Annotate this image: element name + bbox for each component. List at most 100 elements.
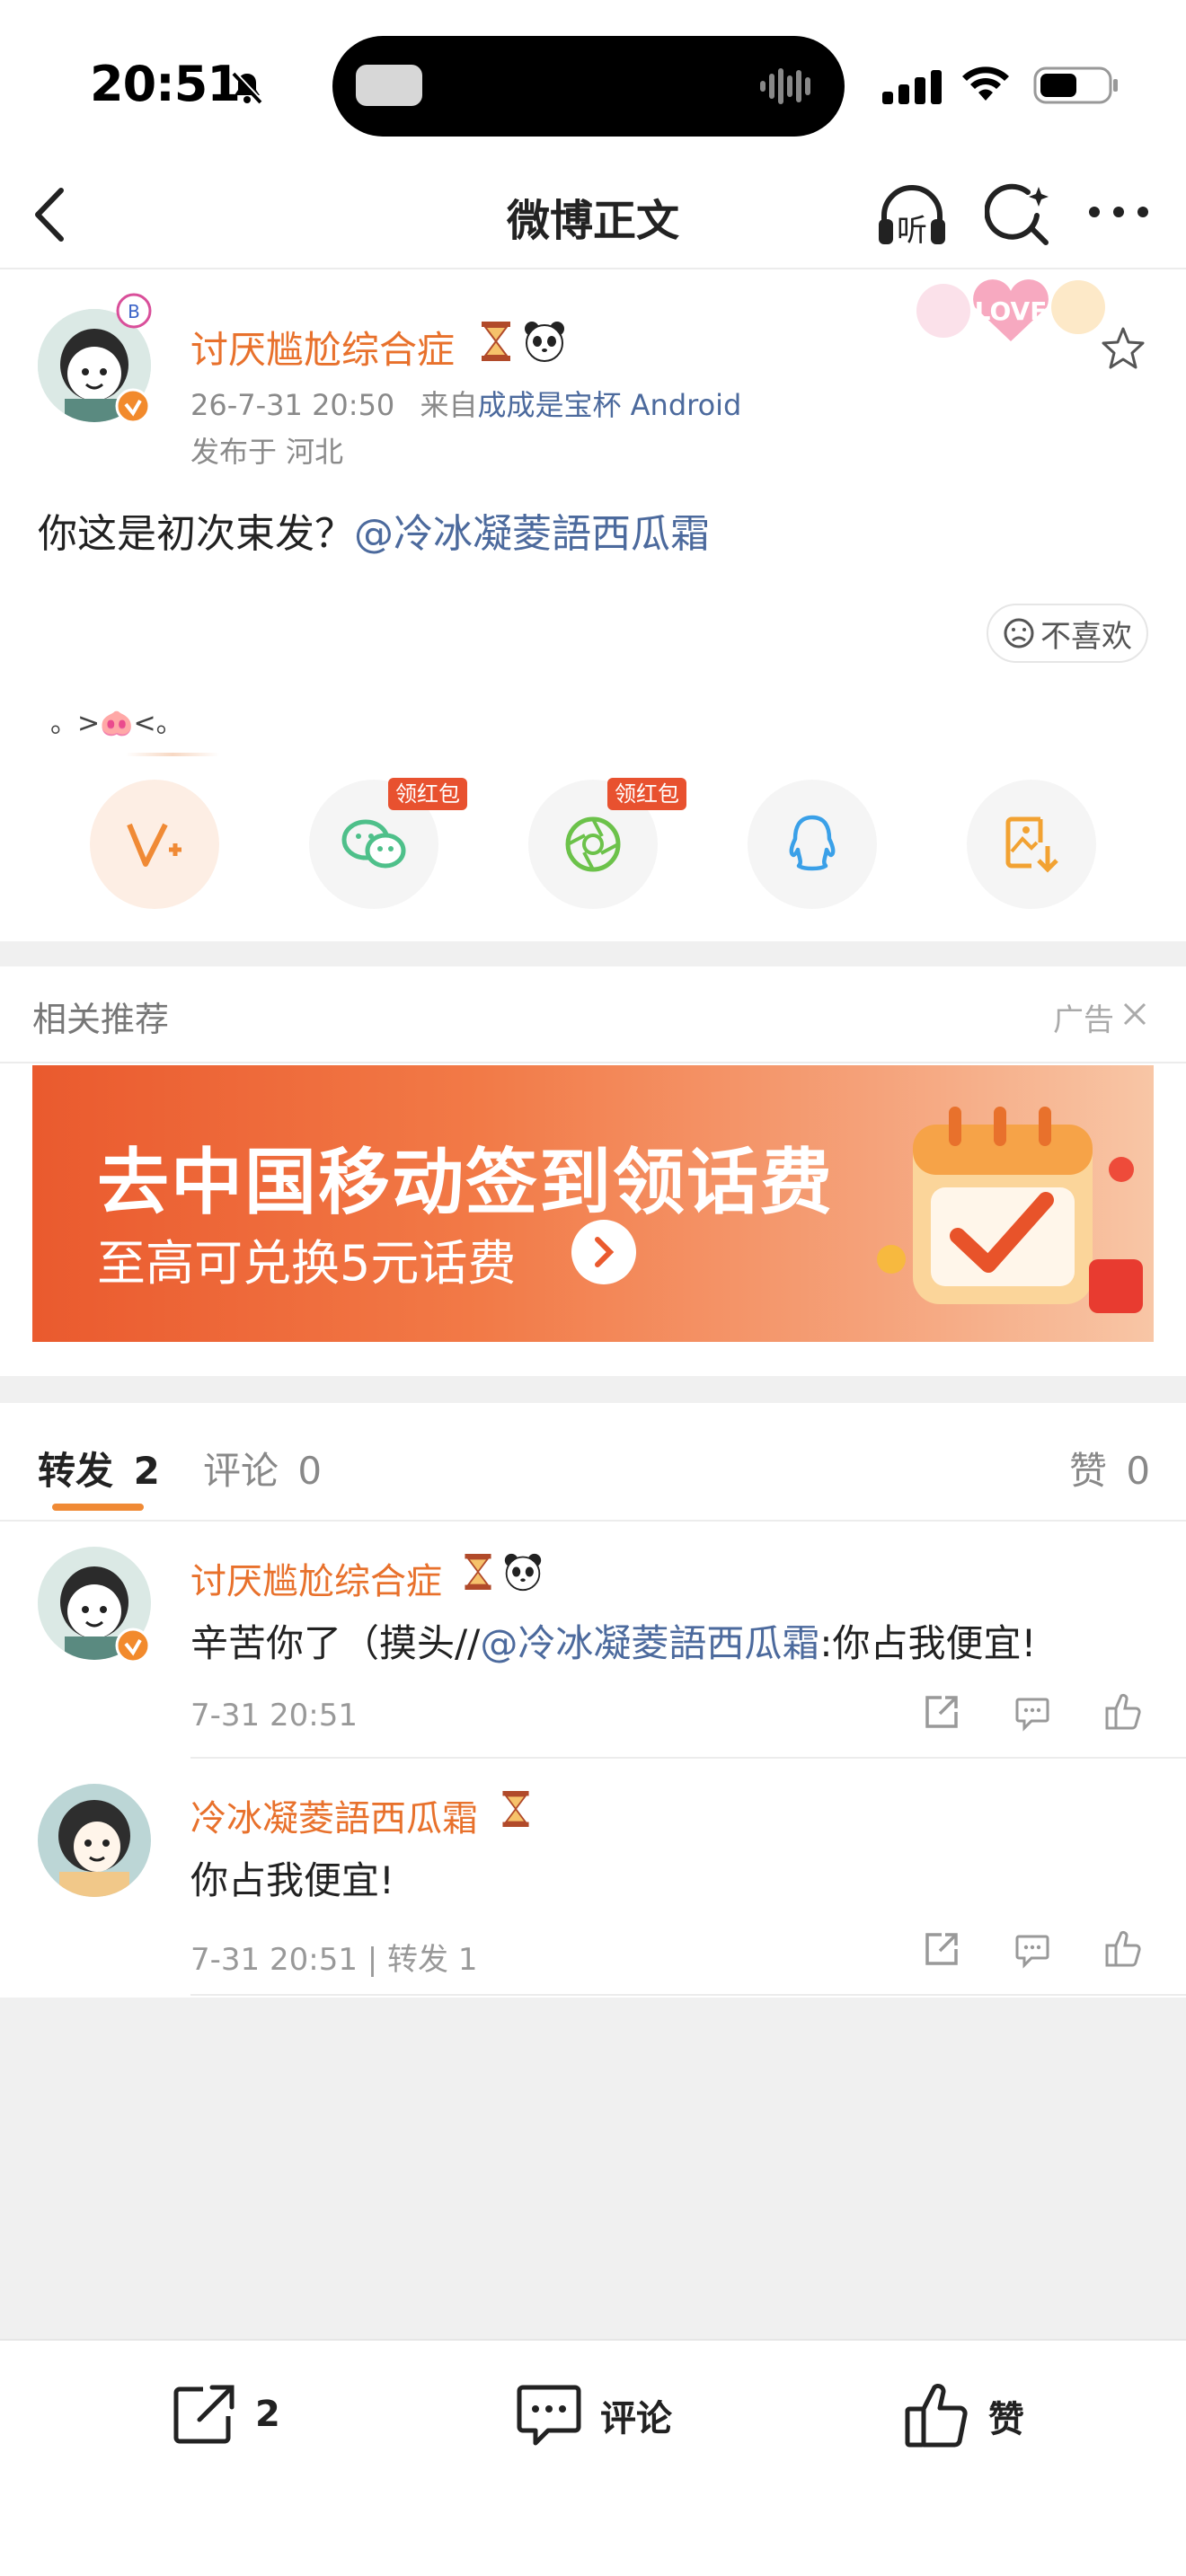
recommend-section-label: 相关推荐 <box>32 1000 170 1039</box>
ad-label: 广告 <box>1053 1002 1114 1038</box>
section-divider <box>0 941 1186 966</box>
repost-icon <box>171 2382 239 2447</box>
close-ad-icon[interactable] <box>1121 1001 1148 1028</box>
tab-like[interactable]: 赞 0 <box>1069 1441 1150 1495</box>
comment-bubble-icon <box>514 2382 584 2448</box>
panda-icon <box>523 320 566 363</box>
post-location: 发布于 河北 <box>190 435 344 469</box>
repost-comment-icon[interactable] <box>1013 1931 1051 1969</box>
comment-action-label: 评论 <box>600 2398 672 2439</box>
repost-text: 你占我便宜! <box>190 1858 394 1902</box>
repost-text: 辛苦你了（摸头//@冷冰凝菱語西瓜霜:你占我便宜! <box>190 1613 1036 1668</box>
repost-divider <box>190 1994 1186 1996</box>
frown-face-icon <box>1003 617 1035 649</box>
repost-share-icon[interactable] <box>922 1692 961 1732</box>
empty-area <box>0 1998 1186 2339</box>
tab-like-label: 赞 <box>1069 1449 1108 1493</box>
repost-user-name[interactable]: 讨厌尴尬综合症 <box>190 1552 442 1604</box>
post-source-link[interactable]: 成成是宝杯 Android <box>477 388 741 422</box>
favorite-star-icon[interactable] <box>1100 325 1146 372</box>
repost-like-icon[interactable] <box>1103 1929 1143 1969</box>
repost-avatar[interactable] <box>38 1784 151 1897</box>
dislike-button[interactable]: 不喜欢 <box>987 604 1148 663</box>
more-options-icon[interactable] <box>1087 203 1150 221</box>
tab-repost[interactable]: 转发 2 <box>38 1441 160 1495</box>
tab-comment-count: 0 <box>297 1449 323 1493</box>
tab-comment[interactable]: 评论 0 <box>203 1441 322 1495</box>
post-meta: 26-7-31 20:50 来自成成是宝杯 Android <box>190 383 741 424</box>
dislike-label: 不喜欢 <box>1040 618 1132 655</box>
post-mention-link[interactable]: @冷冰凝菱語西瓜霜 <box>354 511 710 557</box>
post-body: 你这是初次束发？@冷冰凝菱語西瓜霜 <box>38 501 710 559</box>
search-icon[interactable] <box>985 181 1053 250</box>
svg-text:B: B <box>128 301 140 322</box>
repost-like-icon[interactable] <box>1103 1692 1143 1732</box>
repost-action-count: 2 <box>255 2394 280 2435</box>
status-time: 20:51 <box>90 56 241 112</box>
verified-badge-icon <box>115 388 151 424</box>
repost-mention-link[interactable]: @冷冰凝菱語西瓜霜 <box>480 1621 819 1665</box>
audio-wave-icon <box>758 65 818 108</box>
ad-subtext: 至高可兑换5元话费 <box>97 1235 517 1292</box>
ad-arrow-button <box>571 1220 636 1284</box>
share-qq-button[interactable] <box>748 780 877 909</box>
hourglass-icon <box>476 320 516 363</box>
repost-text-prefix: 辛苦你了（摸头// <box>190 1621 481 1665</box>
emoticon-text: 。>🐽<。 <box>50 708 183 739</box>
panda-icon <box>503 1552 543 1592</box>
tab-active-indicator <box>52 1504 144 1511</box>
moments-aperture-icon <box>563 815 623 874</box>
tab-like-count: 0 <box>1126 1449 1151 1493</box>
save-image-button[interactable] <box>967 780 1096 909</box>
listen-label: 听 <box>897 213 927 249</box>
like-action-label: 赞 <box>988 2399 1024 2440</box>
recommend-divider <box>0 1062 1186 1063</box>
repost-comment-tabs: 转发 2 评论 0 赞 0 <box>0 1403 1186 1522</box>
repost-text-suffix: :你占我便宜! <box>819 1621 1037 1665</box>
repost-comment-icon[interactable] <box>1013 1694 1051 1732</box>
wechat-icon <box>341 816 407 872</box>
wechat-redpack-badge: 领红包 <box>388 778 467 810</box>
repost-meta: 7-31 20:51 <box>190 1698 358 1734</box>
repost-share-icon[interactable] <box>922 1929 961 1969</box>
share-weibo-button[interactable] <box>90 780 219 909</box>
tab-repost-label: 转发 <box>38 1449 114 1493</box>
weibo-vplus-icon <box>126 819 183 869</box>
nav-header: 微博正文 听 <box>0 162 1186 269</box>
tab-repost-count: 2 <box>133 1449 160 1493</box>
save-image-icon <box>1005 816 1058 873</box>
qq-penguin-icon <box>786 814 838 875</box>
emoticon-pointer <box>126 753 219 756</box>
hourglass-icon <box>460 1552 496 1592</box>
tab-comment-label: 评论 <box>203 1449 279 1493</box>
ad-banner[interactable]: 去中国移动签到领话费 至高可兑换5元话费 <box>32 1065 1154 1342</box>
wifi-icon <box>960 65 1012 104</box>
section-divider-2 <box>0 1376 1186 1403</box>
moments-redpack-badge: 领红包 <box>607 778 686 810</box>
verified-badge-icon <box>115 1628 151 1663</box>
avatar-pendant-icon: B <box>113 291 155 336</box>
post-text: 你这是初次束发？ <box>38 511 354 557</box>
dynamic-island <box>332 36 845 137</box>
hourglass-icon <box>498 1789 534 1829</box>
cellular-signal-icon <box>882 68 943 104</box>
post-source-prefix: 来自 <box>420 388 478 422</box>
battery-icon <box>1033 66 1120 104</box>
calendar-checkmark-illustration <box>877 1089 1146 1331</box>
bottom-action-bar: 2 评论 赞 <box>0 2339 1186 2576</box>
sticker-text: LOVE <box>975 296 1048 326</box>
headphones-icon[interactable]: 听 <box>875 181 949 250</box>
island-media-icon <box>356 65 422 106</box>
comment-action-button[interactable]: 评论 <box>514 2382 672 2448</box>
repost-user-name[interactable]: 冷冰凝菱語西瓜霜 <box>190 1789 478 1841</box>
love-sticker-decoration: LOVE <box>907 271 1114 356</box>
post-author-name[interactable]: 讨厌尴尬综合症 <box>190 320 455 375</box>
like-action-button[interactable]: 赞 <box>902 2382 1024 2450</box>
mute-bell-icon <box>228 68 266 106</box>
repost-meta: 7-31 20:51 | 转发 1 <box>190 1942 478 1978</box>
repost-action-button[interactable]: 2 <box>171 2382 280 2447</box>
status-bar: 20:51 <box>0 0 1186 162</box>
ad-headline: 去中国移动签到领话费 <box>97 1141 834 1224</box>
thumbs-up-icon <box>902 2382 972 2450</box>
post-timestamp: 26-7-31 20:50 <box>190 388 395 422</box>
